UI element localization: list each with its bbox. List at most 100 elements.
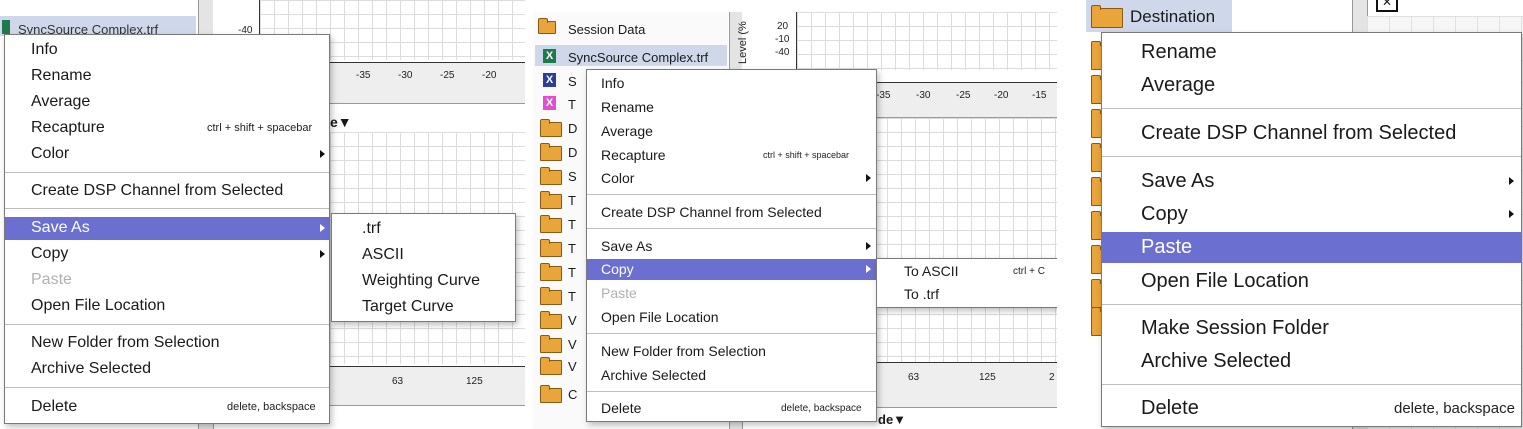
header-fragment[interactable]: e▼ xyxy=(330,114,352,130)
folder-icon xyxy=(538,18,556,34)
tree-item-label: Destination xyxy=(1130,7,1216,26)
chevron-right-icon xyxy=(866,174,871,182)
menu-item-info[interactable]: Info xyxy=(5,39,329,61)
menu-item-create-dsp[interactable]: Create DSP Channel from Selected xyxy=(5,180,329,202)
axis-tick: -35 xyxy=(356,70,371,81)
folder-icon xyxy=(540,385,562,403)
submenu-item-trf[interactable]: .trf xyxy=(332,218,515,240)
x-file-icon: X xyxy=(543,96,556,110)
menu-item-save-as[interactable]: Save As xyxy=(1102,166,1521,196)
tree-item-letter: V xyxy=(568,337,577,352)
delete-shortcut: delete, backspace xyxy=(227,401,316,413)
submenu-item-to-ascii[interactable]: To ASCII ctrl + C xyxy=(877,261,1057,281)
menu-separator xyxy=(587,391,876,392)
recapture-shortcut: ctrl + shift + spacebar xyxy=(763,150,850,160)
folder-icon xyxy=(540,263,562,281)
chevron-right-icon xyxy=(866,242,871,250)
menu-item-color[interactable]: Color xyxy=(587,168,876,188)
menu-item-delete[interactable]: Delete delete, backspace xyxy=(5,396,329,418)
menu-item-create-dsp[interactable]: Create DSP Channel from Selected xyxy=(1102,118,1521,148)
menu-item-new-folder[interactable]: New Folder from Selection xyxy=(587,341,876,361)
menu-separator xyxy=(587,228,876,229)
menu-item-rename[interactable]: Rename xyxy=(5,65,329,87)
axis-tick: -25 xyxy=(440,70,455,81)
menu-item-average[interactable]: Average xyxy=(1102,70,1521,100)
menu-item-color[interactable]: Color xyxy=(5,143,329,165)
menu-item-paste[interactable]: Paste xyxy=(5,269,329,291)
menu-item-recapture[interactable]: Recapture ctrl + shift + spacebar xyxy=(5,117,329,139)
tree-item-session-data[interactable]: Session Data xyxy=(568,22,645,37)
menu-item-rename[interactable]: Rename xyxy=(587,97,876,117)
tree-item-letter: T xyxy=(568,289,576,304)
freq-tick: 125 xyxy=(466,376,483,387)
screenshot-panel-2: Session Data X SyncSource Complex.trf X … xyxy=(533,0,1057,429)
menu-item-average[interactable]: Average xyxy=(5,91,329,113)
submenu-item-weighting-curve[interactable]: Weighting Curve xyxy=(332,270,515,292)
menu-item-save-as[interactable]: Save As xyxy=(5,217,329,240)
folder-icon xyxy=(540,119,562,137)
menu-item-copy[interactable]: Copy xyxy=(5,243,329,265)
level-tick: -40 xyxy=(775,47,790,58)
menu-item-open-file-location[interactable]: Open File Location xyxy=(1102,266,1521,296)
submenu-item-ascii[interactable]: ASCII xyxy=(332,244,515,266)
x-file-icon xyxy=(2,20,10,34)
folder-icon xyxy=(540,357,562,375)
tree-item-letter: D xyxy=(568,121,578,136)
menu-item-rename[interactable]: Rename xyxy=(1102,37,1521,67)
context-menu: Rename Average Create DSP Channel from S… xyxy=(1101,32,1522,427)
submenu-item-target-curve[interactable]: Target Curve xyxy=(332,296,515,318)
close-icon[interactable]: ✕ xyxy=(1376,0,1398,12)
folder-icon xyxy=(540,143,562,161)
tree-item-letter: D xyxy=(568,145,578,160)
menu-item-save-as[interactable]: Save As xyxy=(587,236,876,256)
menu-item-delete[interactable]: Delete delete, backspace xyxy=(1102,393,1521,423)
axis-tick: -35 xyxy=(876,90,891,101)
menu-item-delete[interactable]: Delete delete, backspace xyxy=(587,398,876,418)
freq-tick: 2 xyxy=(1049,372,1055,383)
menu-separator xyxy=(1102,384,1521,385)
freq-tick: 63 xyxy=(392,376,404,387)
menu-item-info[interactable]: Info xyxy=(587,73,876,93)
menu-item-open-file-location[interactable]: Open File Location xyxy=(5,295,329,317)
menu-item-paste[interactable]: Paste xyxy=(587,283,876,303)
folder-icon xyxy=(540,191,562,209)
freq-strip xyxy=(330,366,525,406)
submenu-item-to-trf[interactable]: To .trf xyxy=(877,284,1057,304)
chevron-right-icon xyxy=(1509,210,1514,218)
folder-icon xyxy=(540,239,562,257)
menu-item-recapture[interactable]: Recapture ctrl + shift + spacebar xyxy=(587,145,876,165)
menu-item-archive[interactable]: Archive Selected xyxy=(587,365,876,385)
plot-grid-main xyxy=(873,118,1057,362)
chevron-right-icon xyxy=(866,265,871,273)
menu-item-copy[interactable]: Copy xyxy=(587,259,876,280)
footer-fragment[interactable]: de▼ xyxy=(878,412,906,427)
menu-separator xyxy=(1102,304,1521,305)
menu-item-open-file-location[interactable]: Open File Location xyxy=(587,307,876,327)
tree-item-letter: T xyxy=(568,265,576,280)
menu-item-archive[interactable]: Archive Selected xyxy=(1102,346,1521,376)
menu-item-copy[interactable]: Copy xyxy=(1102,199,1521,229)
menu-separator xyxy=(5,387,329,388)
folder-icon xyxy=(540,311,562,329)
axis-tick: -30 xyxy=(398,70,413,81)
x-file-icon: X xyxy=(543,49,556,63)
level-tick: -10 xyxy=(775,34,790,45)
menu-separator xyxy=(1102,108,1521,109)
menu-item-make-session-folder[interactable]: Make Session Folder xyxy=(1102,313,1521,343)
folder-icon xyxy=(1091,5,1123,28)
menu-item-paste[interactable]: Paste xyxy=(1102,232,1521,263)
level-tick: 20 xyxy=(777,21,789,32)
screenshot-panel-3: Destination ✕ Rename Average Create DSP … xyxy=(1082,0,1523,429)
x-file-icon: X xyxy=(543,73,556,87)
menu-item-create-dsp[interactable]: Create DSP Channel from Selected xyxy=(587,202,876,222)
menu-item-archive[interactable]: Archive Selected xyxy=(5,358,329,380)
chevron-right-icon xyxy=(320,150,325,158)
freq-tick: 125 xyxy=(979,372,996,383)
screenshot-panel-1: SyncSource Complex.trf -40 -35 -30 -25 -… xyxy=(0,0,525,429)
axis-tick: -25 xyxy=(956,90,971,101)
chevron-right-icon xyxy=(1509,177,1514,185)
menu-item-average[interactable]: Average xyxy=(587,121,876,141)
tree-item-letter: T xyxy=(568,193,576,208)
menu-separator xyxy=(587,194,876,195)
menu-item-new-folder[interactable]: New Folder from Selection xyxy=(5,332,329,354)
